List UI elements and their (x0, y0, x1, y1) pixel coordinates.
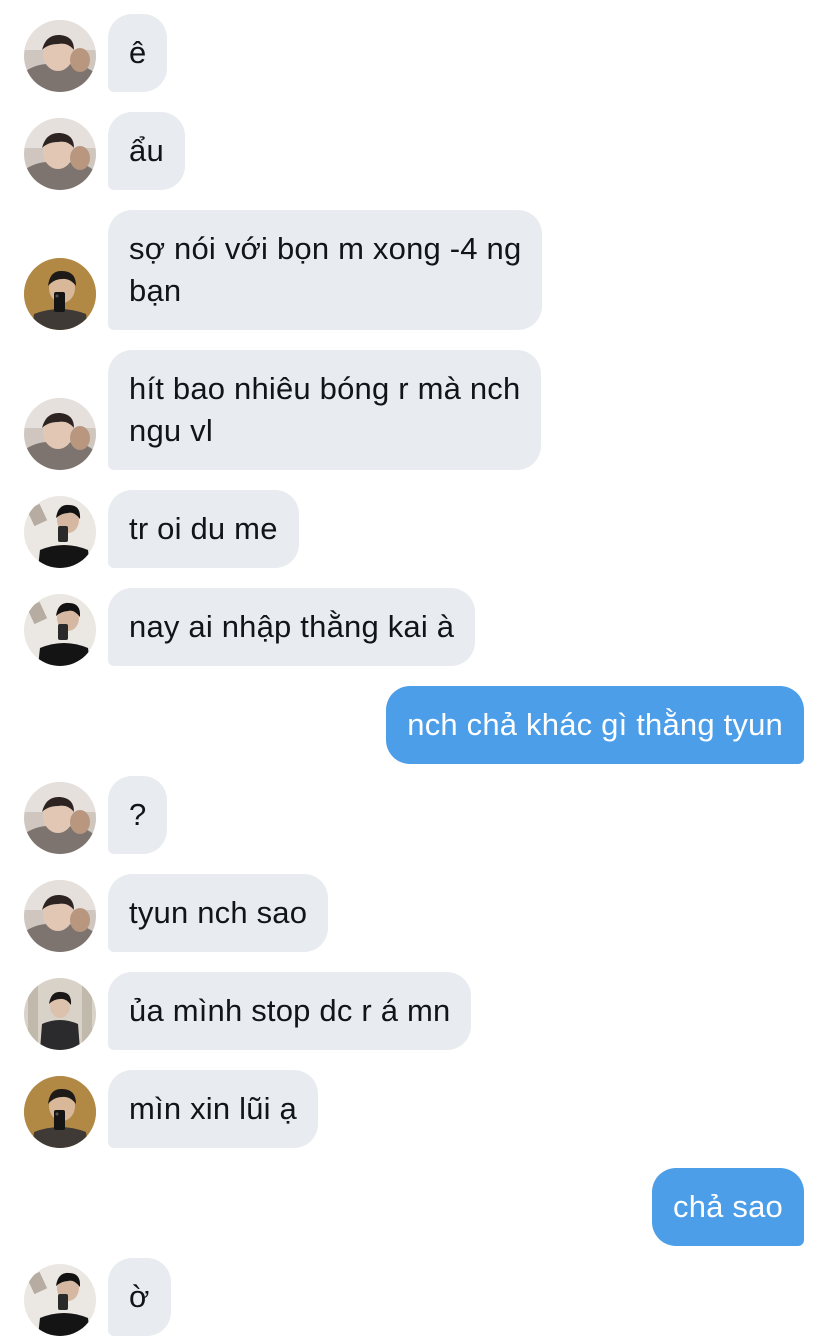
message-bubble[interactable]: sợ nói với bọn m xong -4 ng bạn (108, 210, 543, 330)
avatar[interactable] (24, 118, 96, 190)
message-bubble[interactable]: nch chả khác gì thằng tyun (386, 686, 804, 764)
message-row: nay ai nhập thằng kai à (0, 584, 828, 666)
message-row: tr oi du me (0, 486, 828, 568)
message-bubble[interactable]: tr oi du me (108, 490, 299, 568)
message-row: ờ (0, 1254, 828, 1336)
chat-thread: ê ẩu sợ nói với bọn m xong -4 ng bạn hít… (0, 0, 828, 1340)
message-bubble[interactable]: ờ (108, 1258, 171, 1336)
message-bubble[interactable]: ủa mình stop dc r á mn (108, 972, 472, 1050)
avatar[interactable] (24, 1264, 96, 1336)
message-row: ê (0, 10, 828, 92)
message-bubble[interactable]: mìn xin lũi ạ (108, 1070, 318, 1148)
message-row: ẩu (0, 108, 828, 190)
avatar[interactable] (24, 978, 96, 1050)
message-row: nch chả khác gì thằng tyun (0, 682, 828, 764)
avatar[interactable] (24, 880, 96, 952)
avatar[interactable] (24, 20, 96, 92)
avatar[interactable] (24, 782, 96, 854)
message-row: hít bao nhiêu bóng r mà nch ngu vl (0, 346, 828, 470)
message-bubble[interactable]: tyun nch sao (108, 874, 329, 952)
message-row: chả sao (0, 1164, 828, 1246)
message-row: ủa mình stop dc r á mn (0, 968, 828, 1050)
avatar[interactable] (24, 496, 96, 568)
message-row: tyun nch sao (0, 870, 828, 952)
avatar[interactable] (24, 594, 96, 666)
message-bubble[interactable]: ê (108, 14, 168, 92)
message-row: sợ nói với bọn m xong -4 ng bạn (0, 206, 828, 330)
avatar[interactable] (24, 1076, 96, 1148)
avatar[interactable] (24, 398, 96, 470)
message-bubble[interactable]: nay ai nhập thằng kai à (108, 588, 476, 666)
message-bubble[interactable]: ẩu (108, 112, 185, 190)
message-bubble[interactable]: hít bao nhiêu bóng r mà nch ngu vl (108, 350, 542, 470)
message-row: mìn xin lũi ạ (0, 1066, 828, 1148)
message-row: ? (0, 772, 828, 854)
avatar[interactable] (24, 258, 96, 330)
message-bubble[interactable]: ? (108, 776, 168, 854)
message-bubble[interactable]: chả sao (652, 1168, 804, 1246)
